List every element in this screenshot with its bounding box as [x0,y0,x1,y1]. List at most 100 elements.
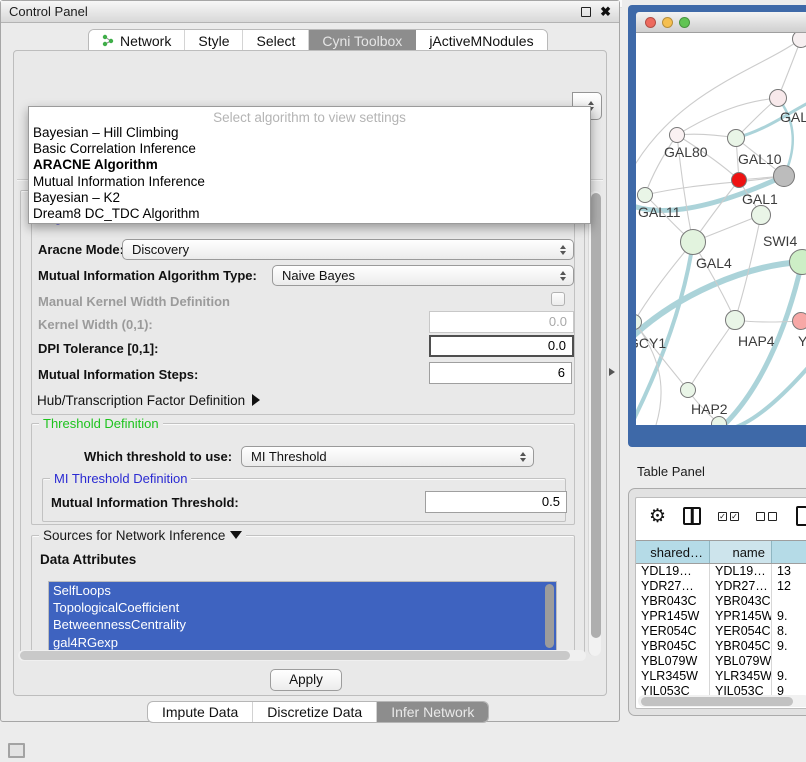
minimize-traffic-icon[interactable] [662,17,673,28]
mi-algorithm-type-select[interactable]: Naive Bayes [272,265,574,286]
manual-kernel-width-checkbox[interactable] [551,292,565,306]
cell: 13 [772,564,806,579]
aracne-mode-value: Discovery [132,242,189,257]
apply-button[interactable]: Apply [270,669,342,691]
popup-item-bayesian-k2[interactable]: Bayesian – K2 [29,190,590,206]
network-node[interactable] [636,314,642,330]
threshold-definition-title: Threshold Definition [39,416,163,431]
scrollbar-thumb[interactable] [591,193,601,638]
list-item[interactable]: SelfLoops [49,582,556,599]
expand-right-icon [252,394,260,406]
data-attributes-label: Data Attributes [40,552,136,567]
mi-threshold-label: Mutual Information Threshold: [51,495,239,510]
unchecked-box-icon [756,512,765,521]
deselect-all-columns-icon[interactable] [756,512,777,521]
network-node[interactable] [727,129,745,147]
table-row[interactable]: YBR043CYBR043C [636,594,806,609]
cell: YBR045C [636,639,710,654]
network-node[interactable] [792,312,806,330]
close-traffic-icon[interactable] [645,17,656,28]
gear-icon[interactable]: ⚙ [649,507,666,526]
network-node[interactable] [792,33,806,48]
tab-discretize-data-label: Discretize Data [267,704,362,720]
tab-cyni-toolbox[interactable]: Cyni Toolbox [309,30,416,51]
combo-spinner-icon [520,452,533,462]
network-node[interactable] [773,165,795,187]
close-icon[interactable]: ✖ [600,7,611,17]
cell: YBL079W [710,654,772,669]
table-row[interactable]: YLR345WYLR345W9. [636,669,806,684]
tab-network[interactable]: Network [89,30,185,51]
tab-impute-data[interactable]: Impute Data [148,702,253,722]
columns-icon[interactable] [683,507,701,525]
popup-item-aracne[interactable]: ARACNE Algorithm [29,157,590,173]
network-node[interactable] [789,249,806,275]
select-all-columns-icon[interactable]: ✓ ✓ [718,512,739,521]
network-node[interactable] [711,416,727,425]
table-row[interactable]: YPR145WYPR145W9. [636,609,806,624]
cell: YLR345W [636,669,710,684]
settings-horizontal-scrollbar[interactable] [18,650,586,661]
popup-item-bayesian-hill-climbing[interactable]: Bayesian – Hill Climbing [29,125,590,141]
kernel-width-field[interactable]: 0.0 [429,311,574,333]
network-node[interactable] [669,127,685,143]
list-item[interactable]: gal4RGexp [49,634,556,651]
tab-style[interactable]: Style [185,30,243,51]
float-window-icon[interactable] [581,7,591,17]
dpi-tolerance-field[interactable]: 0.0 [429,335,574,357]
minimized-panel-icon[interactable] [8,743,25,758]
list-item[interactable]: BetweennessCentrality [49,616,556,633]
tab-discretize-data[interactable]: Discretize Data [253,702,377,722]
cell: 12 [772,579,806,594]
table-row[interactable]: YBL079WYBL079W [636,654,806,669]
network-canvas[interactable]: GALGAL80GAL10GAL1GAL11GAL4SWI4GCY1HAP4YH… [636,33,806,425]
list-scrollbar[interactable] [545,584,554,648]
network-graph-nodes: GALGAL80GAL10GAL1GAL11GAL4SWI4GCY1HAP4YH… [636,33,806,425]
column-header-shared-name[interactable]: shared… [636,541,710,563]
network-node[interactable] [680,229,706,255]
network-node[interactable] [731,172,747,188]
hub-definition-expander[interactable]: Hub/Transcription Factor Definition [37,393,260,408]
column-header-name[interactable]: name [710,541,772,563]
panel-divider-arrow[interactable] [609,368,615,376]
popup-item-dream8[interactable]: Dream8 DC_TDC Algorithm [29,206,590,222]
collapse-down-icon[interactable] [230,531,242,539]
aracne-mode-select[interactable]: Discovery [122,239,574,260]
network-node-label: GAL80 [664,144,708,160]
network-node[interactable] [751,205,771,225]
cell: YDL19… [636,564,710,579]
mi-steps-field[interactable]: 6 [429,362,572,384]
zoom-traffic-icon[interactable] [679,17,690,28]
table-row[interactable]: YBR045CYBR045C9. [636,639,806,654]
network-icon [102,34,115,47]
dpi-tolerance-label: DPI Tolerance [0,1]: [38,341,158,356]
network-node[interactable] [680,382,696,398]
scrollbar-thumb[interactable] [641,697,793,706]
table-row[interactable]: YER054CYER054C8. [636,624,806,639]
which-threshold-select[interactable]: MI Threshold [241,446,534,467]
tab-network-label: Network [120,33,171,49]
export-table-icon[interactable] [796,506,806,526]
mi-threshold-group: MI Threshold Definition Mutual Informati… [42,478,566,522]
table-row[interactable]: YDL19…YDL19…13 [636,564,806,579]
which-threshold-value: MI Threshold [251,449,327,464]
table-row[interactable]: YDR27…YDR27…12 [636,579,806,594]
settings-vertical-scrollbar[interactable] [588,191,601,656]
cell: YBR043C [710,594,772,609]
network-node[interactable] [637,187,653,203]
mi-threshold-field[interactable]: 0.5 [425,491,567,513]
network-node[interactable] [725,310,745,330]
tab-infer-network[interactable]: Infer Network [377,702,488,722]
node-table: shared… name YDL19…YDL19…13 YDR27…YDR27…… [636,540,806,702]
column-header-partial[interactable] [772,541,806,563]
tab-jactivemnodules[interactable]: jActiveMNodules [416,30,546,51]
network-node[interactable] [769,89,787,107]
network-node-label: GAL [780,109,806,125]
table-horizontal-scrollbar[interactable] [638,695,806,707]
popup-item-mutual-information[interactable]: Mutual Information Inference [29,174,590,190]
tab-select[interactable]: Select [243,30,309,51]
scrollbar-thumb[interactable] [20,651,570,660]
popup-item-basic-correlation[interactable]: Basic Correlation Inference [29,141,590,157]
checked-box-icon: ✓ [730,512,739,521]
list-item[interactable]: TopologicalCoefficient [49,599,556,616]
